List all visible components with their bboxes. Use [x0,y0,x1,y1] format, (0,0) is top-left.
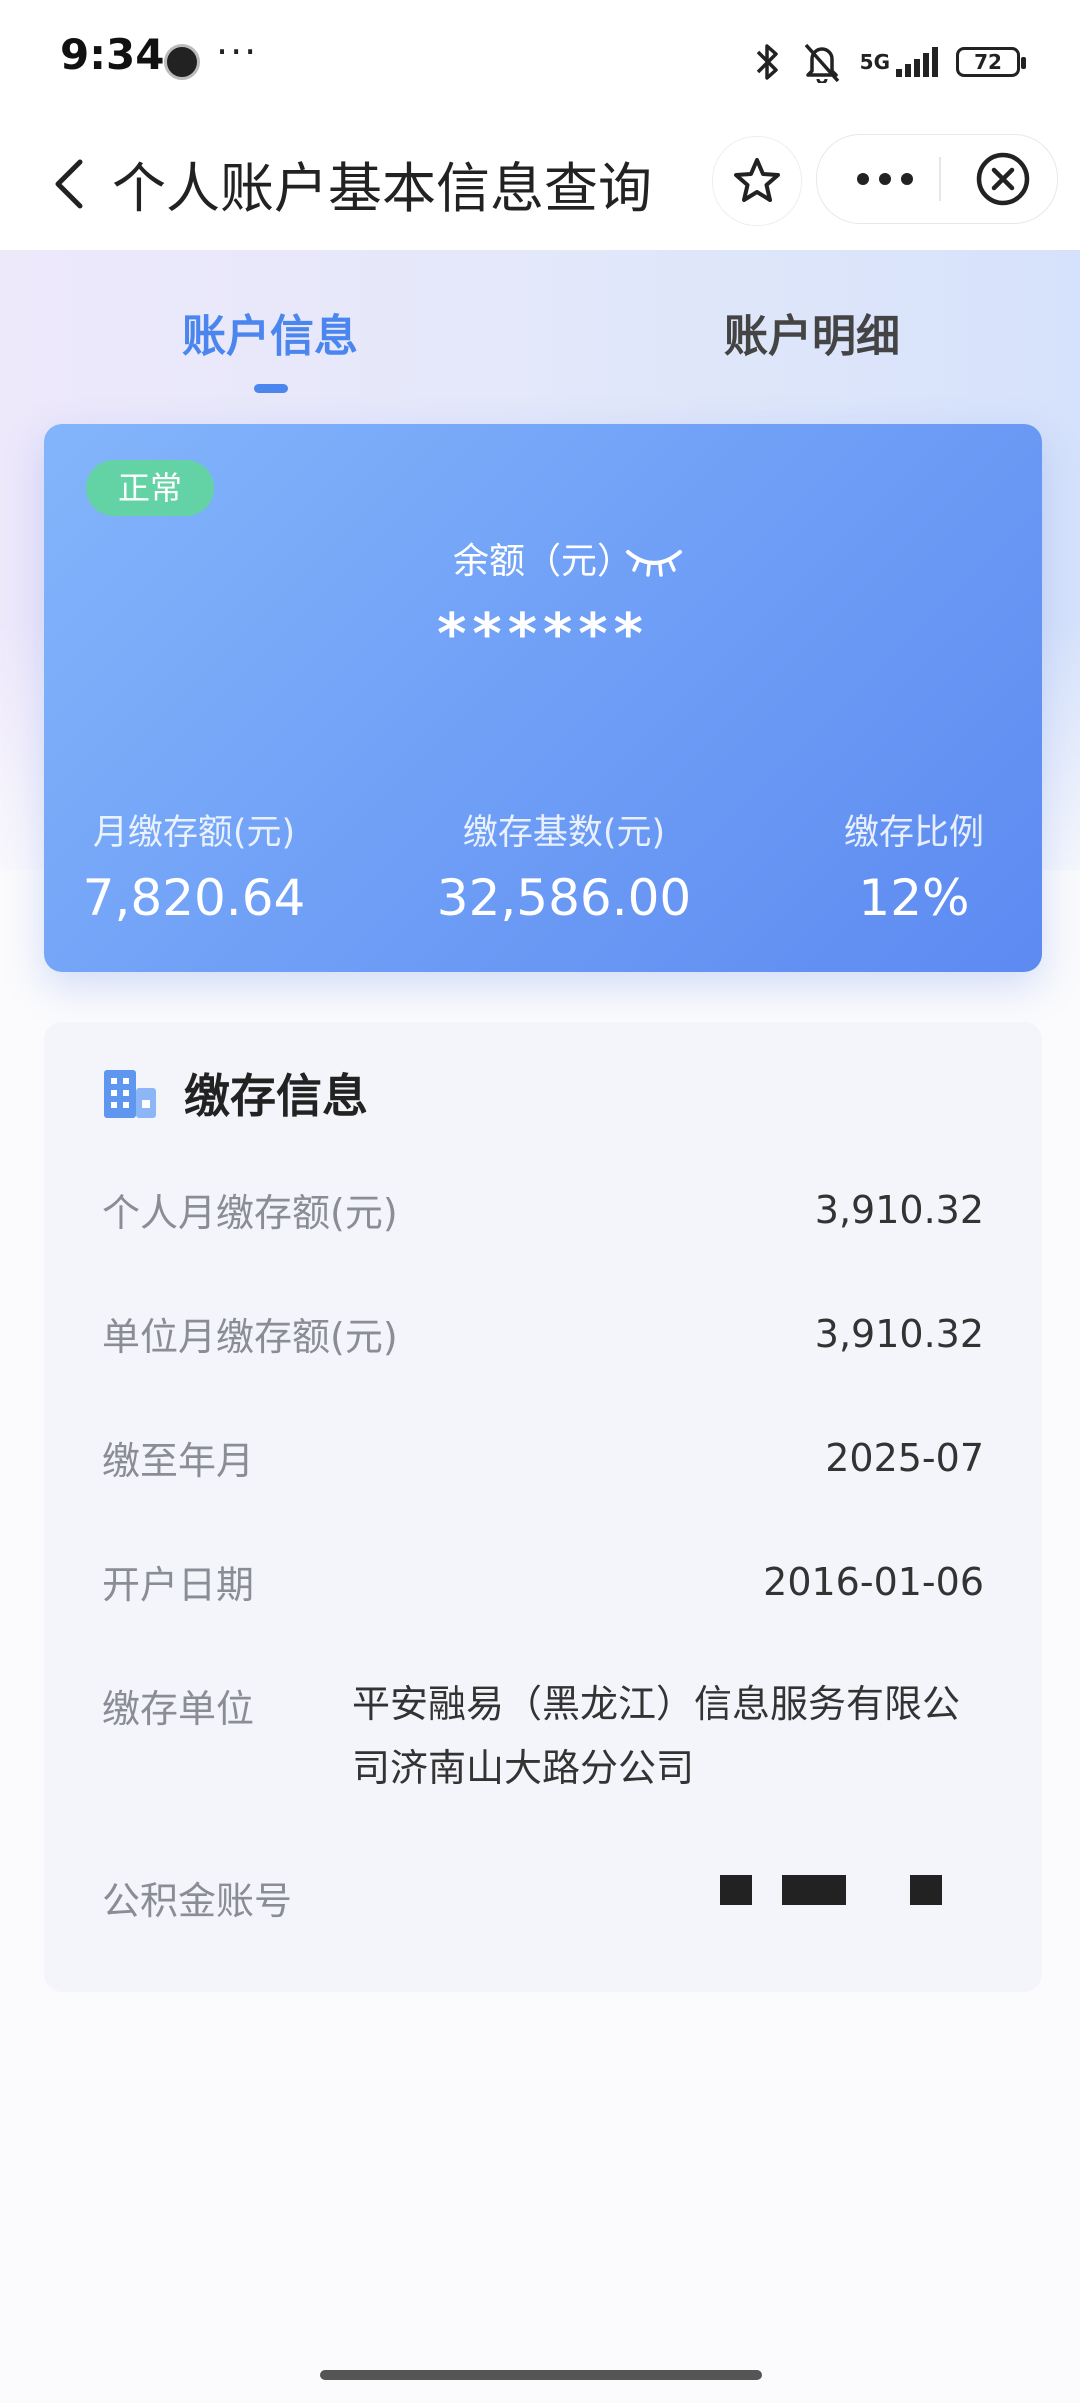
nav-header: 个人账户基本信息查询 [0,120,1080,250]
tab-active-indicator [254,384,288,393]
employer-monthly-label: 单位月缴存额(元) [102,1315,398,1359]
employer-name-label: 缴存单位 [102,1687,255,1731]
close-button[interactable] [953,135,1053,223]
tab-account-detail[interactable]: 账户明细 [712,300,912,364]
status-more-icon: ··· [216,30,259,74]
battery-icon: 72 [956,47,1026,77]
balance-value: ****** [437,602,649,667]
status-bar: 9:34 ··· 5G 72 [0,0,1080,120]
balance-card: 正常 余额（元） ****** 月缴存额(元) 7,820.64 缴存基数(元)… [44,424,1042,972]
status-time: 9:34 [60,30,165,79]
bluetooth-icon [756,44,778,80]
back-button[interactable] [36,148,106,218]
chevron-left-icon [55,159,83,209]
balance-label: 余额（元） [452,541,633,582]
network-type: 5G [859,50,890,74]
employer-name-value: 平安融易（黑龙江）信息服务有限公司济南山大路分公司 [352,1682,961,1790]
favorite-button[interactable] [712,136,802,226]
mute-bell-icon [804,43,839,83]
star-icon [734,158,780,202]
tab-account-info[interactable]: 账户信息 [170,300,370,364]
eye-closed-icon[interactable] [624,544,684,584]
recording-icon [164,44,200,80]
home-indicator[interactable] [320,2370,762,2380]
open-date-value: 2016-01-06 [763,1560,984,1604]
contribution-info-title: 缴存信息 [184,1069,368,1123]
contribution-ratio-label: 缴存比例 [843,813,984,853]
redaction-block [720,1875,752,1905]
redaction-block [782,1875,846,1905]
contribution-base-label: 缴存基数(元) [462,813,666,853]
monthly-contribution-value: 7,820.64 [82,869,306,927]
monthly-contribution-label: 月缴存额(元) [92,813,296,853]
open-date-label: 开户日期 [102,1563,255,1607]
mini-program-capsule [816,134,1058,224]
employer-monthly-value: 3,910.32 [814,1312,984,1356]
status-badge: 正常 [86,460,214,516]
close-circle-icon [976,152,1030,206]
contribution-base-value: 32,586.00 [436,869,692,927]
fund-account-label: 公积金账号 [102,1879,293,1923]
personal-monthly-label: 个人月缴存额(元) [102,1191,398,1235]
signal-icon [896,47,938,77]
redaction-block [910,1875,942,1905]
paid-until-label: 缴至年月 [102,1439,255,1483]
more-icon [857,173,913,185]
building-icon [102,1066,158,1126]
page-title: 个人账户基本信息查询 [112,157,652,220]
paid-until-value: 2025-07 [825,1436,984,1480]
contribution-info-card: 缴存信息 个人月缴存额(元) 3,910.32 单位月缴存额(元) 3,910.… [44,1022,1042,1992]
status-indicators: 5G 72 [750,40,1026,84]
capsule-divider [939,157,941,201]
more-button[interactable] [835,135,935,223]
personal-monthly-value: 3,910.32 [814,1188,984,1232]
fund-account-redacted [690,1870,942,1910]
contribution-ratio-value: 12% [858,869,970,927]
